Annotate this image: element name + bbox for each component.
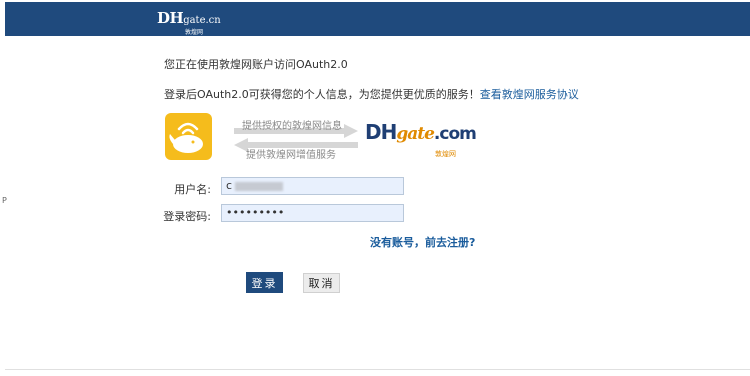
- redacted-username: [235, 181, 284, 191]
- logo-subtitle: 敦煌网: [185, 29, 204, 36]
- password-label: 登录密码:: [163, 210, 211, 223]
- dhgate-cn-logo[interactable]: DHgate.cn 敦煌网: [157, 9, 221, 36]
- login-button[interactable]: 登录: [246, 272, 283, 293]
- access-notice: 您正在使用敦煌网账户访问OAuth2.0: [164, 58, 348, 71]
- register-link[interactable]: 没有账号，前去注册?: [370, 234, 475, 250]
- arrow-bottom-text: 提供敦煌网增值服务: [246, 150, 336, 161]
- username-field[interactable]: c: [221, 177, 404, 195]
- dhgate-com-logo: DHgate.com 敦煌网: [365, 120, 477, 158]
- benefit-sentence: 登录后OAuth2.0可获得您的个人信息，为您提供更优质的服务！: [164, 88, 480, 101]
- whale-app-icon: [165, 113, 212, 160]
- password-field[interactable]: •••••••••: [221, 204, 404, 222]
- edge-text: P: [2, 196, 7, 205]
- username-value: c: [226, 179, 233, 192]
- bottom-divider: [5, 369, 750, 370]
- arrow-top-text: 提供授权的敦煌网信息: [242, 121, 342, 132]
- username-label: 用户名:: [174, 183, 211, 196]
- login-benefit-text: 登录后OAuth2.0可获得您的个人信息，为您提供更优质的服务！查看敦煌网服务协…: [164, 86, 579, 102]
- brand-subtitle: 敦煌网: [435, 150, 456, 158]
- service-agreement-link[interactable]: 查看敦煌网服务协议: [480, 88, 579, 101]
- cancel-button[interactable]: 取消: [303, 273, 340, 293]
- top-header-bar: DHgate.cn 敦煌网: [5, 2, 750, 36]
